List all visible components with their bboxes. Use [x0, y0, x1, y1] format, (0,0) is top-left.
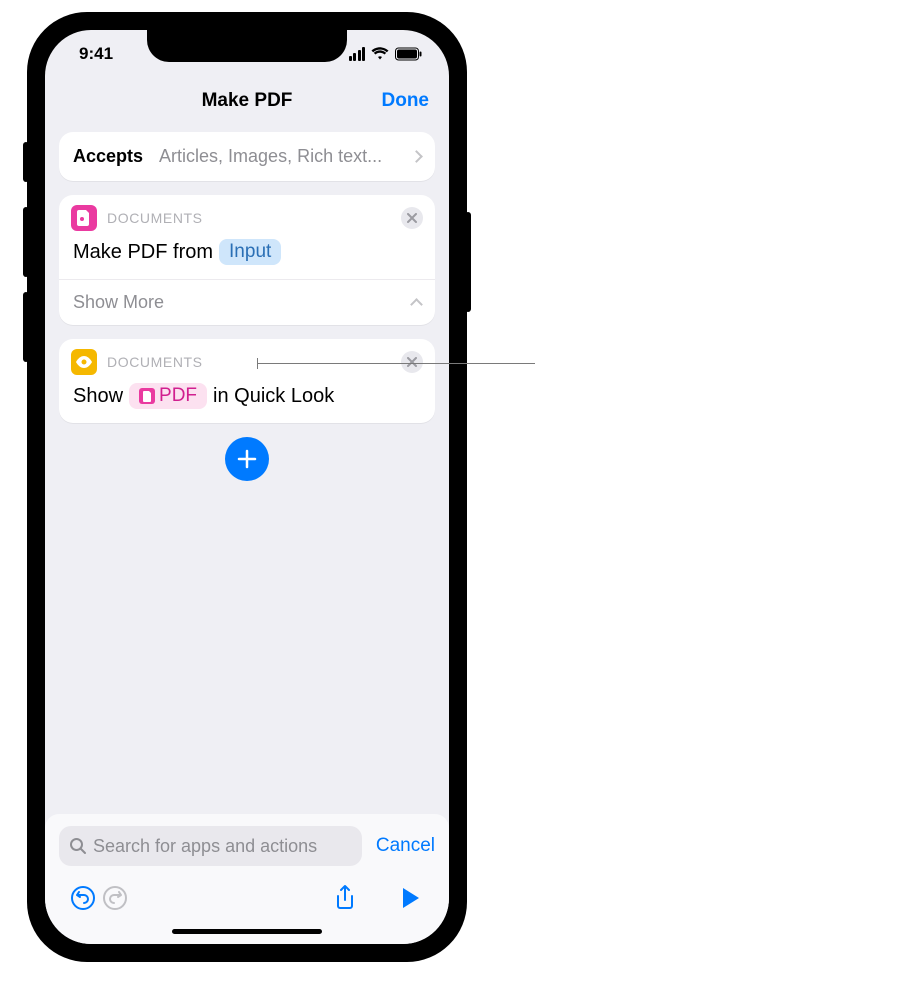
play-icon [401, 887, 421, 909]
cancel-button[interactable]: Cancel [376, 835, 435, 857]
token-label: PDF [159, 385, 197, 407]
callout-line [257, 363, 535, 364]
document-icon [139, 388, 155, 404]
document-icon [71, 205, 97, 231]
action-category: DOCUMENTS [107, 354, 391, 370]
action-text[interactable]: Make PDF from Input [59, 237, 435, 279]
share-button[interactable] [329, 882, 361, 914]
side-button-vol-down [23, 292, 29, 362]
notch [147, 30, 347, 62]
battery-icon [395, 47, 423, 61]
action-card-make-pdf: DOCUMENTS Make PDF from Input Show More [59, 195, 435, 325]
status-indicators [349, 47, 424, 61]
close-icon [407, 357, 417, 367]
accepts-label: Accepts [73, 146, 143, 167]
done-button[interactable]: Done [382, 90, 430, 112]
close-icon [407, 213, 417, 223]
page-title: Make PDF [202, 90, 293, 112]
action-text[interactable]: Show PDF in Quick Look [59, 381, 435, 423]
wifi-icon [371, 47, 389, 61]
add-action-button[interactable] [225, 437, 269, 481]
accepts-row[interactable]: Accepts Articles, Images, Rich text... [59, 132, 435, 181]
spacer [59, 495, 435, 814]
screen: 9:41 Make PDF Done [45, 30, 449, 944]
phone-frame: 9:41 Make PDF Done [27, 12, 467, 962]
nav-bar: Make PDF Done [45, 78, 449, 124]
token-label: Input [229, 241, 271, 263]
action-category: DOCUMENTS [107, 210, 391, 226]
action-text-prefix: Show [73, 385, 123, 408]
cellular-signal-icon [349, 47, 366, 61]
accepts-value: Articles, Images, Rich text... [159, 146, 404, 167]
search-icon [69, 837, 87, 855]
redo-icon [102, 885, 128, 911]
side-button-vol-up [23, 207, 29, 277]
accepts-card: Accepts Articles, Images, Rich text... [59, 132, 435, 181]
action-card-quick-look: DOCUMENTS Show PDF in Quick Look [59, 339, 435, 423]
side-button-mute [23, 142, 29, 182]
search-input[interactable]: Search for apps and actions [59, 826, 362, 866]
share-icon [334, 884, 356, 912]
undo-icon [70, 885, 96, 911]
remove-action-button[interactable] [401, 351, 423, 373]
content-area: Accepts Articles, Images, Rich text... D… [45, 124, 449, 814]
action-text-prefix: Make PDF from [73, 241, 213, 264]
chevron-right-icon [410, 150, 423, 163]
status-time: 9:41 [79, 44, 113, 64]
action-text-suffix: in Quick Look [213, 385, 334, 408]
input-token[interactable]: Input [219, 239, 281, 265]
plus-icon [236, 448, 258, 470]
eye-icon [71, 349, 97, 375]
home-indicator [172, 929, 322, 934]
chevron-up-icon [410, 298, 423, 311]
pdf-token[interactable]: PDF [129, 383, 207, 409]
search-placeholder: Search for apps and actions [93, 836, 317, 857]
run-button[interactable] [395, 882, 427, 914]
redo-button[interactable] [99, 882, 131, 914]
remove-action-button[interactable] [401, 207, 423, 229]
search-drawer: Search for apps and actions Cancel [45, 814, 449, 874]
undo-button[interactable] [67, 882, 99, 914]
show-more-label: Show More [73, 292, 164, 313]
side-button-right [465, 212, 471, 312]
show-more-button[interactable]: Show More [59, 279, 435, 325]
